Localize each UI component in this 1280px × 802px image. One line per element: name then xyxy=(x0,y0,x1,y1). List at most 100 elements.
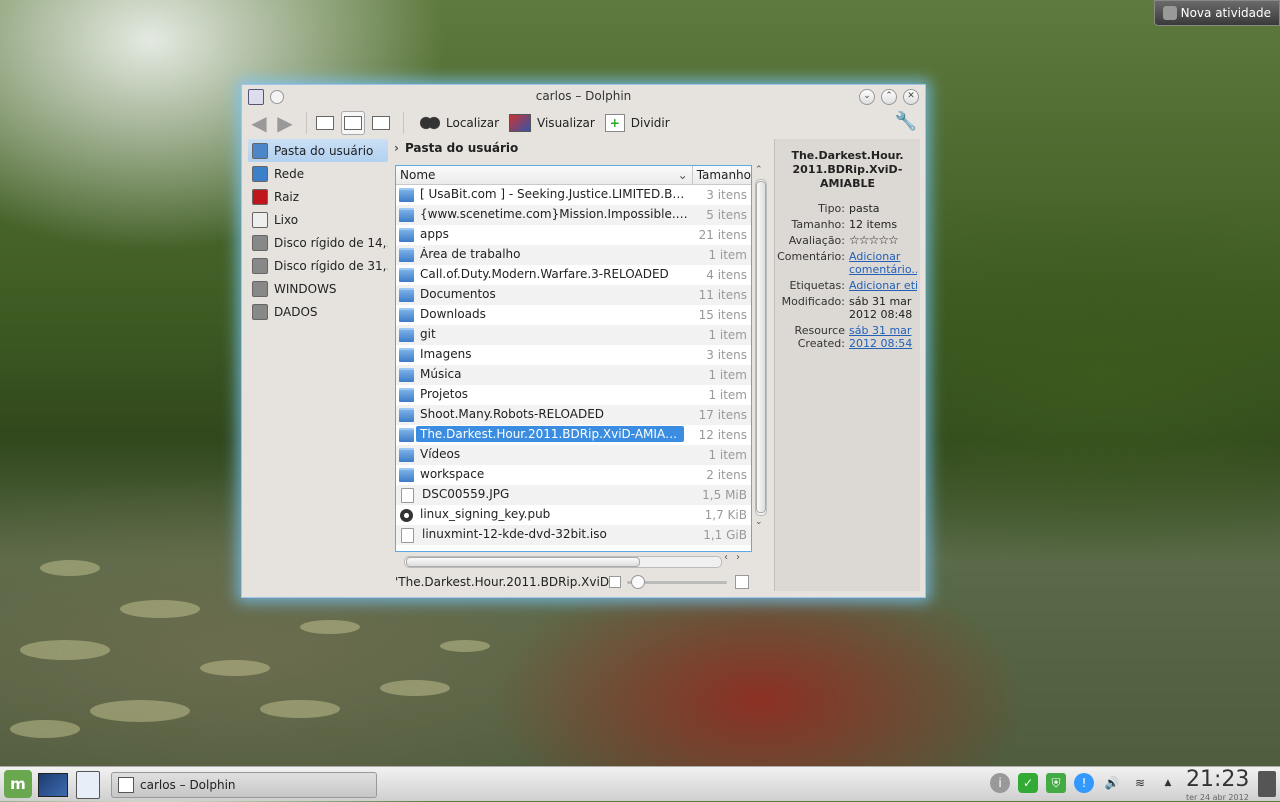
column-size-label: Tamanho xyxy=(696,168,751,182)
split-button[interactable]: + Dividir xyxy=(604,114,670,132)
taskbar-task-dolphin[interactable]: carlos – Dolphin xyxy=(111,772,377,798)
file-row[interactable]: Música 1 item xyxy=(396,365,751,385)
file-row[interactable]: Downloads 15 itens xyxy=(396,305,751,325)
place-item[interactable]: Pasta do usuário xyxy=(248,139,388,162)
volume-icon[interactable]: 🔊 xyxy=(1102,773,1122,793)
add-tags-link[interactable]: Adicionar etiq xyxy=(849,279,917,292)
breadcrumb[interactable]: › Pasta do usuário xyxy=(394,141,518,155)
trash-icon xyxy=(252,211,268,228)
details-view-button[interactable] xyxy=(341,111,365,135)
file-list[interactable]: Nome ⌄ Tamanho [ UsaBit.com ] - Seeking.J… xyxy=(395,165,752,552)
preview-button[interactable]: Visualizar xyxy=(509,114,595,132)
zoom-slider-handle[interactable] xyxy=(631,575,645,589)
place-item[interactable]: Raiz xyxy=(248,185,388,208)
horizontal-scrollbar[interactable]: ‹ › xyxy=(398,552,748,568)
app-menu-icon[interactable] xyxy=(248,89,264,105)
status-text: 'The.Darkest.Hour.2011.BDRip.XviD-AMIABL… xyxy=(395,575,609,589)
file-row[interactable]: [ UsaBit.com ] - Seeking.Justice.LIMITED… xyxy=(396,185,751,205)
place-item[interactable]: Disco rígido de 31,... xyxy=(248,254,388,277)
icons-view-icon xyxy=(316,116,334,130)
panel-toolbox-button[interactable] xyxy=(1258,771,1276,797)
new-activity-button[interactable]: Nova atividade xyxy=(1154,0,1280,26)
add-comment-link[interactable]: Adicionar comentário... xyxy=(849,250,917,276)
sticky-button[interactable] xyxy=(270,90,284,104)
file-size: 5 itens xyxy=(706,208,747,222)
find-button[interactable]: Localizar xyxy=(420,115,499,131)
file-name: Projetos xyxy=(420,386,469,401)
task-label: carlos – Dolphin xyxy=(140,778,236,792)
shield-icon[interactable]: ⛨ xyxy=(1046,773,1066,793)
hard-drive-icon xyxy=(252,280,268,297)
scroll-left-icon[interactable]: ‹ xyxy=(724,552,728,563)
file-row[interactable]: {www.scenetime.com}Mission.Impossible.Gh… xyxy=(396,205,751,225)
zoom-slider[interactable] xyxy=(627,575,727,589)
zoom-out-icon[interactable] xyxy=(609,576,621,588)
file-row[interactable]: Imagens 3 itens xyxy=(396,345,751,365)
scroll-thumb[interactable] xyxy=(756,181,766,513)
file-row[interactable]: Documentos 11 itens xyxy=(396,285,751,305)
place-item[interactable]: Disco rígido de 14,... xyxy=(248,231,388,254)
application-launcher-button[interactable]: m xyxy=(4,770,32,798)
columns-view-icon xyxy=(372,116,390,130)
hard-drive-icon xyxy=(252,257,268,274)
file-size: 2 itens xyxy=(706,468,747,482)
maximize-button[interactable]: ⌃ xyxy=(881,89,897,105)
dolphin-launcher-icon[interactable] xyxy=(76,771,100,799)
file-name: git xyxy=(420,326,436,341)
tray-expand-icon[interactable]: ▲ xyxy=(1158,773,1178,793)
update-check-icon[interactable]: ✓ xyxy=(1018,773,1038,793)
column-header-size[interactable]: Tamanho xyxy=(693,166,751,184)
forward-button[interactable]: ▶ xyxy=(274,112,296,134)
folder-icon xyxy=(399,368,414,382)
icons-view-button[interactable] xyxy=(313,111,337,135)
breadcrumb-item[interactable]: Pasta do usuário xyxy=(405,141,518,155)
file-row[interactable]: apps 21 itens xyxy=(396,225,751,245)
breadcrumb-chevron-icon: › xyxy=(394,141,399,155)
notification-icon[interactable]: ! xyxy=(1074,773,1094,793)
file-row[interactable]: Projetos 1 item xyxy=(396,385,751,405)
folder-icon xyxy=(399,468,414,482)
wifi-icon[interactable]: ≋ xyxy=(1130,773,1150,793)
file-row[interactable]: Vídeos 1 item xyxy=(396,445,751,465)
file-name: Música xyxy=(420,366,462,381)
clock[interactable]: 21:23 xyxy=(1186,767,1249,792)
rating-stars[interactable]: ☆☆☆☆☆ xyxy=(849,234,917,247)
column-header-name[interactable]: Nome ⌄ xyxy=(396,166,693,184)
minimize-button[interactable]: ⌄ xyxy=(859,89,875,105)
file-size: 1 item xyxy=(708,368,747,382)
vertical-scrollbar[interactable]: ⌃ ⌄ xyxy=(753,165,767,552)
file-size: 1,7 KiB xyxy=(704,508,747,522)
place-item[interactable]: WINDOWS xyxy=(248,277,388,300)
network-globe-icon xyxy=(252,165,268,182)
scroll-down-icon[interactable]: ⌄ xyxy=(755,517,763,527)
file-row[interactable]: Call.of.Duty.Modern.Warfare.3-RELOADED 4 … xyxy=(396,265,751,285)
place-item[interactable]: DADOS xyxy=(248,300,388,323)
hscroll-thumb[interactable] xyxy=(406,557,640,567)
scroll-right-icon[interactable]: › xyxy=(736,552,740,563)
title-bar[interactable]: carlos – Dolphin ⌄ ⌃ ✕ xyxy=(242,85,925,107)
file-row[interactable]: git 1 item xyxy=(396,325,751,345)
file-row[interactable]: linux_signing_key.pub 1,7 KiB xyxy=(396,505,751,525)
place-item[interactable]: Rede xyxy=(248,162,388,185)
file-row[interactable]: workspace 2 itens xyxy=(396,465,751,485)
zoom-in-icon[interactable] xyxy=(735,575,749,589)
info-icon[interactable]: i xyxy=(990,773,1010,793)
file-name: Downloads xyxy=(420,306,486,321)
scroll-up-icon[interactable]: ⌃ xyxy=(755,165,763,175)
file-row[interactable]: Área de trabalho 1 item xyxy=(396,245,751,265)
place-item[interactable]: Lixo xyxy=(248,208,388,231)
place-label: DADOS xyxy=(274,304,318,319)
file-row[interactable]: Shoot.Many.Robots-RELOADED 17 itens xyxy=(396,405,751,425)
file-row[interactable]: DSC00559.JPG 1,5 MiB xyxy=(396,485,751,505)
file-name: Imagens xyxy=(420,346,472,361)
columns-view-button[interactable] xyxy=(369,111,393,135)
info-created-label: Resource Created: xyxy=(794,324,845,350)
info-created-value[interactable]: sáb 31 mar 2012 08:54 xyxy=(849,324,917,350)
show-desktop-button[interactable] xyxy=(38,773,68,797)
folder-icon xyxy=(399,288,414,302)
file-row[interactable]: The.Darkest.Hour.2011.BDRip.XviD-AMIABLE… xyxy=(396,425,751,445)
close-button[interactable]: ✕ xyxy=(903,89,919,105)
file-row[interactable]: linuxmint-12-kde-dvd-32bit.iso 1,1 GiB xyxy=(396,525,751,545)
settings-wrench-icon[interactable]: 🔧 xyxy=(895,111,917,132)
back-button[interactable]: ◀ xyxy=(248,112,270,134)
